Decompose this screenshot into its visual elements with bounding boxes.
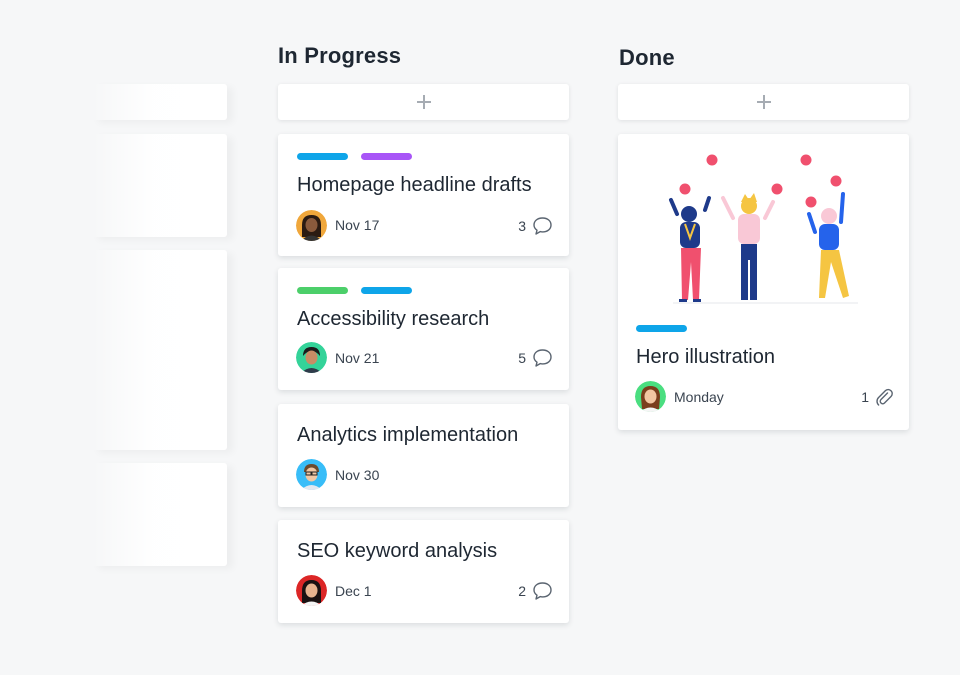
due-date: Nov 21 bbox=[335, 350, 380, 366]
add-card-button-in-progress[interactable] bbox=[278, 84, 569, 120]
paperclip-icon bbox=[876, 388, 893, 406]
comment-icon bbox=[533, 582, 552, 600]
task-card[interactable]: Hero illustration Monday 1 bbox=[618, 134, 909, 430]
add-card-button-done[interactable] bbox=[618, 84, 909, 120]
ghost-card bbox=[92, 463, 227, 566]
due-date: Nov 17 bbox=[335, 217, 380, 233]
avatar[interactable] bbox=[296, 210, 327, 241]
comment-count[interactable]: 5 bbox=[518, 348, 553, 368]
avatar[interactable] bbox=[296, 459, 327, 490]
card-title: Homepage headline drafts bbox=[297, 174, 532, 196]
card-tags bbox=[636, 325, 687, 332]
comment-count[interactable]: 3 bbox=[518, 216, 553, 236]
ghost-card bbox=[92, 134, 227, 237]
comment-count-value: 5 bbox=[518, 350, 526, 366]
ghost-card bbox=[92, 84, 227, 120]
column-title-done: Done bbox=[619, 45, 675, 70]
plus-icon bbox=[756, 95, 771, 109]
avatar[interactable] bbox=[635, 381, 666, 412]
due-date: Monday bbox=[674, 389, 724, 405]
comment-icon bbox=[533, 349, 552, 367]
tag-blue bbox=[361, 287, 412, 294]
attachment-count-value: 1 bbox=[861, 389, 869, 405]
ghost-card bbox=[92, 250, 227, 450]
tag-purple bbox=[361, 153, 412, 160]
task-card[interactable]: Analytics implementation Nov 30 bbox=[278, 404, 569, 507]
card-title: Accessibility research bbox=[297, 308, 490, 330]
avatar[interactable] bbox=[296, 575, 327, 606]
card-tags bbox=[297, 153, 412, 160]
task-card[interactable]: Homepage headline drafts Nov 17 3 bbox=[278, 134, 569, 256]
tag-blue bbox=[636, 325, 687, 332]
due-date: Dec 1 bbox=[335, 583, 372, 599]
attachment-count[interactable]: 1 bbox=[861, 387, 893, 407]
comment-count-value: 3 bbox=[518, 218, 526, 234]
card-title: Analytics implementation bbox=[297, 424, 519, 446]
card-tags bbox=[297, 287, 412, 294]
hero-illustration bbox=[669, 154, 858, 304]
column-title-in-progress: In Progress bbox=[278, 43, 402, 68]
task-card[interactable]: Accessibility research Nov 21 5 bbox=[278, 268, 569, 390]
tag-green bbox=[297, 287, 348, 294]
comment-count[interactable]: 2 bbox=[518, 581, 553, 601]
card-title: SEO keyword analysis bbox=[297, 540, 498, 562]
avatar[interactable] bbox=[296, 342, 327, 373]
comment-icon bbox=[533, 217, 552, 235]
plus-icon bbox=[416, 95, 431, 109]
card-title: Hero illustration bbox=[636, 346, 775, 368]
due-date: Nov 30 bbox=[335, 467, 380, 483]
comment-count-value: 2 bbox=[518, 583, 526, 599]
task-card[interactable]: SEO keyword analysis Dec 1 2 bbox=[278, 520, 569, 623]
tag-blue bbox=[297, 153, 348, 160]
